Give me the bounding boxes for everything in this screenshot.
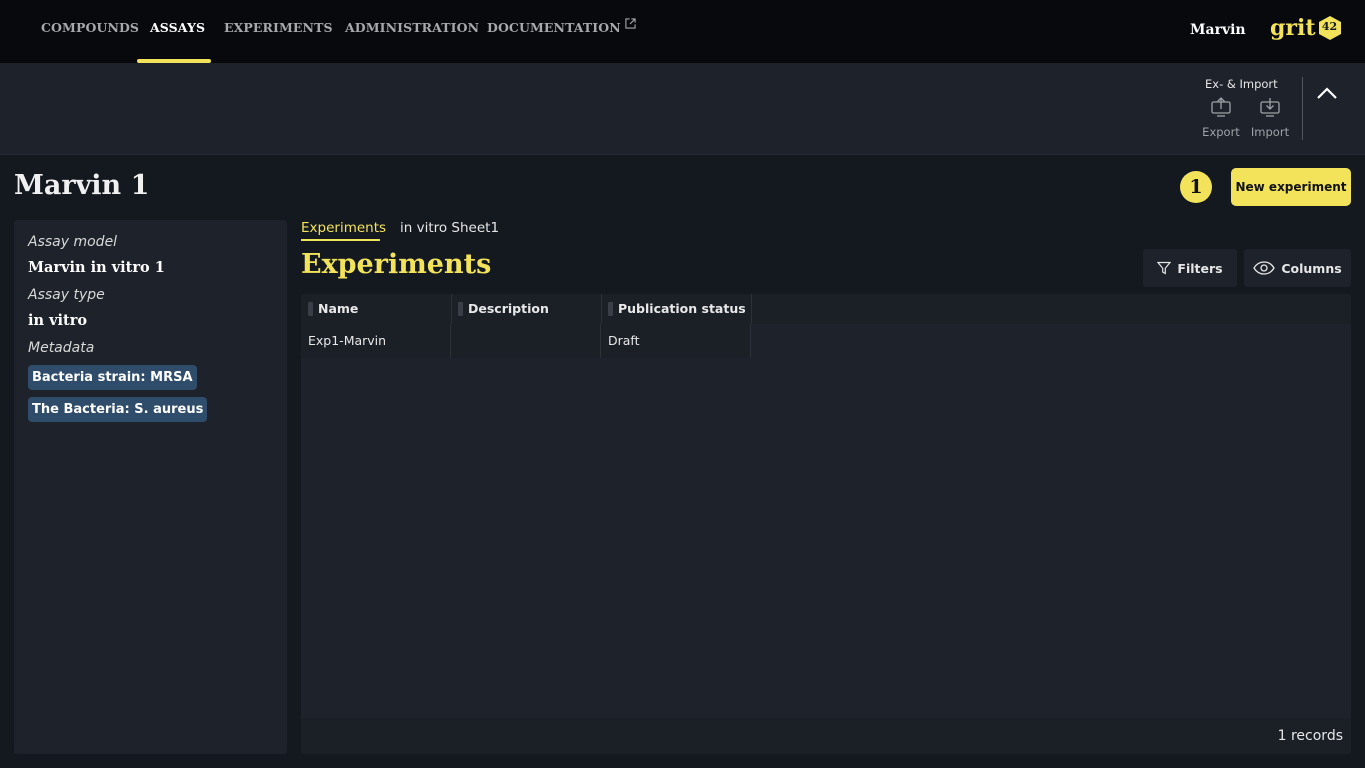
assay-details-panel: Assay model Marvin in vitro 1 Assay type…	[14, 220, 287, 754]
column-divider	[751, 294, 752, 324]
section-title: Experiments	[301, 249, 492, 280]
metadata-chip: The Bacteria: S. aureus	[28, 397, 208, 422]
toolbar: Ex- & Import Export Import	[0, 63, 1365, 155]
top-navigation: COMPOUNDS ASSAYS EXPERIMENTS ADMINISTRAT…	[0, 0, 1365, 63]
column-header-name[interactable]: Name	[301, 294, 451, 324]
assay-type-value: in vitro	[28, 312, 88, 329]
collapse-toolbar-button[interactable]	[1314, 83, 1340, 103]
nav-documentation-label: DOCUMENTATION	[487, 20, 621, 35]
tab-experiments[interactable]: Experiments	[301, 220, 386, 236]
logo-text: grit	[1270, 15, 1316, 41]
metadata-label: Metadata	[28, 340, 95, 356]
import-label: Import	[1250, 125, 1290, 139]
external-link-icon	[625, 18, 636, 29]
toolbar-divider	[1302, 77, 1303, 140]
filters-label: Filters	[1177, 260, 1223, 276]
cell-publication-status[interactable]: Draft	[601, 324, 751, 358]
active-tab-indicator	[301, 239, 380, 241]
columns-button[interactable]: Columns	[1244, 249, 1351, 287]
column-header-description[interactable]: Description	[451, 294, 601, 324]
tab-in-vitro-sheet1[interactable]: in vitro Sheet1	[400, 220, 499, 236]
experiments-table: Name Description Publication status Exp1…	[301, 294, 1351, 754]
drag-handle-icon[interactable]	[308, 302, 313, 316]
assay-model-value: Marvin in vitro 1	[28, 259, 165, 276]
nav-experiments[interactable]: EXPERIMENTS	[224, 20, 333, 35]
table-row[interactable]: Exp1-Marvin Draft	[301, 324, 751, 358]
logo-number: 42	[1321, 20, 1338, 33]
columns-label: Columns	[1281, 260, 1342, 276]
import-button[interactable]: Import	[1246, 97, 1294, 139]
nav-administration[interactable]: ADMINISTRATION	[345, 20, 479, 35]
grit-logo[interactable]: grit 42	[1270, 13, 1343, 43]
metadata-chip: Bacteria strain: MRSA	[28, 365, 197, 390]
cell-name[interactable]: Exp1-Marvin	[301, 324, 451, 358]
assay-model-label: Assay model	[28, 234, 118, 250]
column-header-label: Name	[318, 301, 359, 316]
page-title: Marvin 1	[14, 170, 150, 201]
table-footer: 1 records	[301, 718, 1351, 754]
drag-handle-icon[interactable]	[608, 302, 613, 316]
import-icon	[1260, 98, 1280, 117]
nav-documentation[interactable]: DOCUMENTATION	[487, 18, 636, 35]
record-count: 1 records	[1277, 728, 1343, 744]
new-experiment-button[interactable]: New experiment	[1231, 168, 1351, 206]
filters-button[interactable]: Filters	[1143, 249, 1237, 287]
export-label: Export	[1202, 125, 1240, 139]
user-menu[interactable]: Marvin	[1190, 22, 1246, 38]
export-button[interactable]: Export	[1197, 97, 1245, 139]
column-header-label: Description	[468, 301, 549, 316]
table-header: Name Description Publication status	[301, 294, 1351, 324]
assay-type-label: Assay type	[28, 287, 105, 303]
export-import-group-label: Ex- & Import	[1205, 77, 1278, 91]
logo-hexagon-icon: 42	[1317, 15, 1343, 41]
chevron-up-icon	[1317, 87, 1337, 99]
eye-icon	[1253, 261, 1276, 275]
nav-assays[interactable]: ASSAYS	[150, 20, 205, 35]
notification-badge[interactable]: 1	[1180, 171, 1212, 203]
filter-icon	[1157, 261, 1172, 275]
export-icon	[1211, 97, 1231, 117]
drag-handle-icon[interactable]	[458, 302, 463, 316]
column-header-publication-status[interactable]: Publication status	[601, 294, 751, 324]
cell-description[interactable]	[451, 324, 601, 358]
nav-compounds[interactable]: COMPOUNDS	[41, 20, 139, 35]
column-header-label: Publication status	[618, 301, 746, 316]
